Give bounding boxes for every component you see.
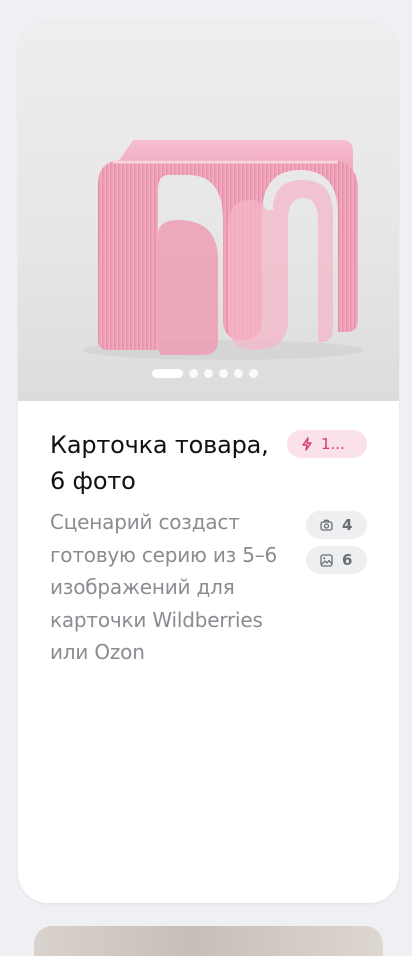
next-scenario-card-preview[interactable] bbox=[34, 926, 383, 956]
carousel-dots[interactable] bbox=[152, 368, 258, 378]
card-title: Карточка товара, 6 фото bbox=[50, 431, 269, 495]
bolt-icon bbox=[302, 437, 312, 451]
image-count: 6 bbox=[342, 551, 353, 569]
product-image-carousel[interactable] bbox=[18, 20, 399, 401]
carousel-dot[interactable] bbox=[249, 368, 258, 378]
carousel-dot-active[interactable] bbox=[152, 368, 183, 378]
carousel-dot[interactable] bbox=[204, 368, 213, 378]
product-photo bbox=[83, 140, 363, 360]
card-description: Сценарий создаст готовую серию из 5–6 из… bbox=[50, 510, 278, 664]
image-icon bbox=[320, 553, 333, 567]
cost-badge-label: 1... bbox=[321, 435, 345, 453]
photo-count: 4 bbox=[342, 516, 353, 534]
photo-count-badge: 4 bbox=[306, 511, 367, 539]
carousel-dot[interactable] bbox=[189, 368, 198, 378]
carousel-dot[interactable] bbox=[234, 368, 243, 378]
cost-badge: 1... bbox=[287, 430, 367, 458]
image-count-badge: 6 bbox=[306, 546, 367, 574]
camera-icon bbox=[320, 519, 333, 531]
carousel-dot[interactable] bbox=[219, 368, 228, 378]
scenario-card[interactable]: Карточка товара, 6 фото 1... Сценарий со… bbox=[18, 20, 399, 903]
